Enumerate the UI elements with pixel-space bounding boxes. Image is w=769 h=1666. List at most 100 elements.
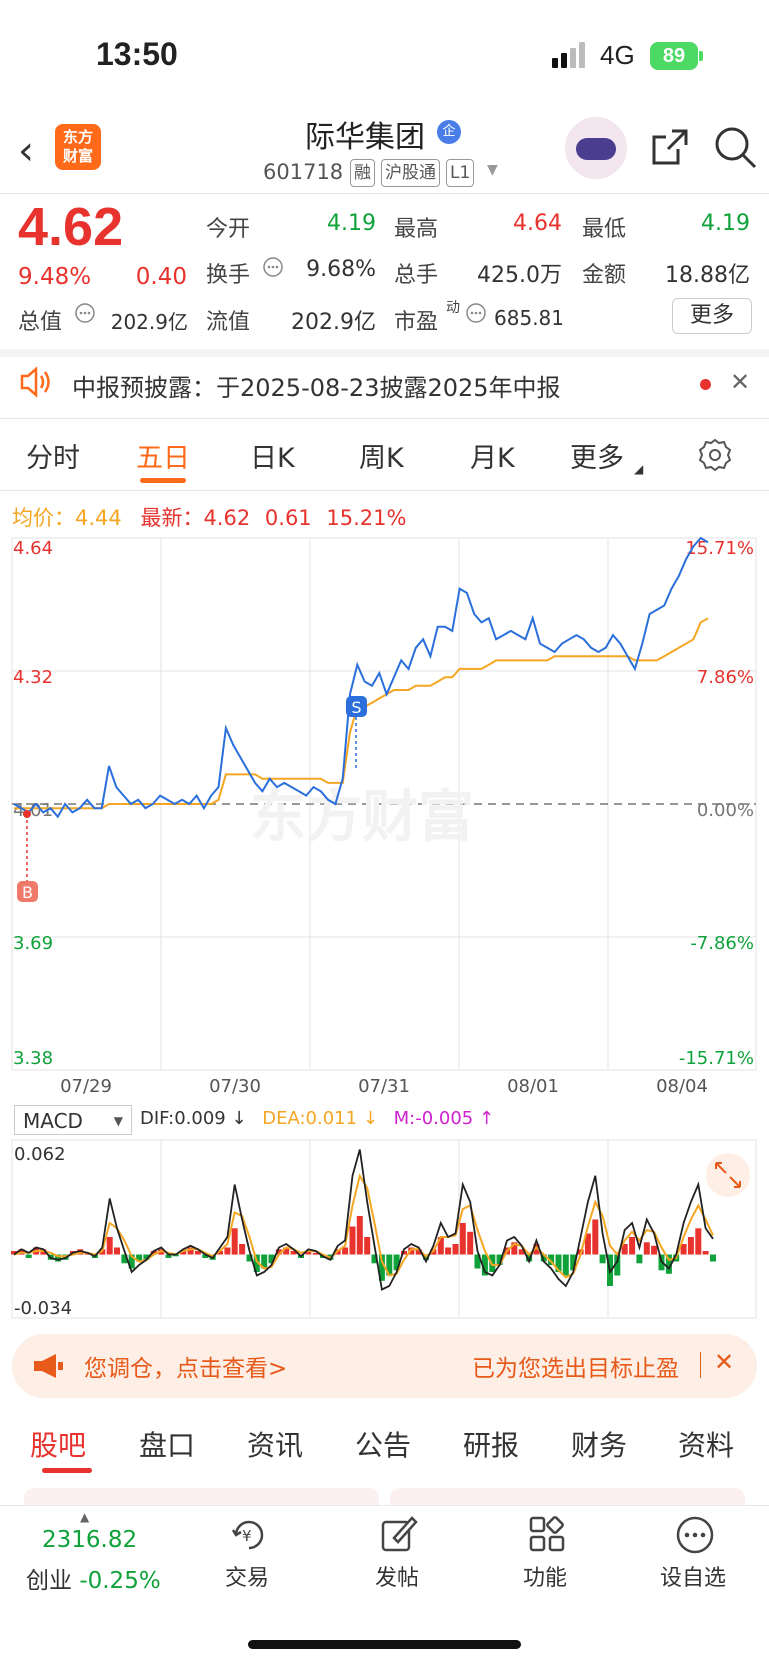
trade-label[interactable]: 交易 <box>225 1560 269 1592</box>
status-time: 13:50 <box>96 36 178 72</box>
x-axis-label: 07/30 <box>209 1076 261 1096</box>
more-icon[interactable] <box>674 1514 716 1556</box>
y-left-label: 4.64 <box>13 538 53 559</box>
stock-code: 601718 <box>263 160 344 184</box>
info-icon[interactable] <box>262 256 284 278</box>
latest-label: 最新： <box>140 506 204 530</box>
share-icon[interactable] <box>648 125 692 169</box>
close-icon[interactable]: ✕ <box>730 368 750 396</box>
caret-icon: ◢ <box>634 462 644 476</box>
high-label: 最高 <box>394 217 439 242</box>
divider <box>0 490 769 491</box>
index-name: 创业 <box>26 1568 72 1594</box>
macd-bar <box>562 1254 569 1276</box>
back-icon[interactable]: ‹ <box>18 128 34 174</box>
macd-bar <box>356 1216 363 1255</box>
tab-more[interactable]: 更多 <box>570 436 624 475</box>
x-axis-label: 08/04 <box>656 1076 708 1096</box>
latest-pct: 15.21% <box>326 506 407 530</box>
turnover-value: 9.68% <box>306 257 376 282</box>
macd-bar <box>695 1228 702 1255</box>
promo-text-left[interactable]: 您调仓，点击查看> <box>84 1349 287 1383</box>
macd-bar <box>349 1226 356 1255</box>
macd-bar <box>342 1247 349 1255</box>
trade-icon[interactable]: ¥ <box>228 1514 270 1556</box>
logo-line1: 东方 <box>62 128 93 146</box>
tab-announcements[interactable]: 公告 <box>355 1424 411 1464</box>
pe-label: 市盈 <box>394 310 439 335</box>
buy-marker-dot <box>23 810 31 818</box>
low-value: 4.19 <box>701 211 750 236</box>
tab-research[interactable]: 研报 <box>463 1424 519 1464</box>
dif-value: DIF:0.009 ↓ <box>140 1108 247 1129</box>
watchlist-label[interactable]: 设自选 <box>660 1560 726 1592</box>
macd-bar <box>629 1237 636 1255</box>
edit-icon[interactable] <box>378 1514 420 1556</box>
stock-name: 际华集团 <box>305 120 425 155</box>
latest-value: 4.62 <box>203 506 251 530</box>
more-button[interactable]: 更多 <box>672 298 752 334</box>
tag-level: L1 <box>446 159 475 187</box>
card-peek <box>24 1488 379 1506</box>
home-indicator <box>248 1640 521 1649</box>
network-type: 4G <box>600 40 635 70</box>
tab-indicator <box>42 1468 92 1473</box>
x-axis-label: 07/29 <box>60 1076 112 1096</box>
grid-icon[interactable] <box>527 1514 569 1556</box>
watermark: 东方财富 <box>250 785 474 850</box>
sell-marker-label: S <box>351 698 361 717</box>
tab-weekly-k[interactable]: 周K <box>359 436 404 475</box>
tab-forum[interactable]: 股吧 <box>30 1424 86 1464</box>
macd-bar <box>599 1254 606 1264</box>
tab-five-day[interactable]: 五日 <box>136 436 190 475</box>
tab-profile[interactable]: 资料 <box>678 1424 734 1464</box>
low-label: 最低 <box>582 217 627 242</box>
tab-monthly-k[interactable]: 月K <box>470 436 515 475</box>
tab-finance[interactable]: 财务 <box>571 1424 627 1464</box>
post-label[interactable]: 发帖 <box>375 1560 419 1592</box>
tab-daily-k[interactable]: 日K <box>250 436 295 475</box>
macd-bar <box>239 1244 246 1255</box>
notice-text[interactable]: 中报预披露：于2025-08-23披露2025年中报 <box>72 368 561 403</box>
macd-bar <box>651 1245 658 1255</box>
macd-bar <box>687 1237 694 1255</box>
change-percent: 9.48% <box>18 264 92 290</box>
promo-text-right[interactable]: 已为您选出目标止盈 <box>472 1349 679 1383</box>
change-amount: 0.40 <box>135 264 187 290</box>
chevron-down-icon: ▼ <box>113 1114 123 1128</box>
indicator-name: MACD <box>23 1109 83 1133</box>
index-value[interactable]: 2316.82 <box>42 1527 137 1553</box>
macd-chart[interactable]: 0.062 -0.034 <box>0 1136 769 1322</box>
macd-y-min: -0.034 <box>14 1298 72 1319</box>
tab-intraday[interactable]: 分时 <box>26 436 80 475</box>
battery-icon: 89 <box>650 42 698 70</box>
close-icon[interactable]: ✕ <box>714 1348 734 1376</box>
index-ticker[interactable]: 创业 -0.25% <box>26 1561 161 1595</box>
float-label: 流值 <box>206 310 251 335</box>
robot-icon[interactable] <box>576 138 616 160</box>
gear-icon[interactable] <box>697 437 733 473</box>
y-left-label: 4.32 <box>13 667 53 688</box>
app-logo: 东方 财富 <box>55 124 101 170</box>
card-peek <box>390 1488 745 1506</box>
function-label[interactable]: 功能 <box>523 1560 567 1592</box>
y-left-label: 3.38 <box>13 1048 53 1069</box>
info-icon[interactable] <box>74 302 96 324</box>
macd-bar <box>106 1237 113 1255</box>
chart-legend: 均价：4.44 最新：4.62 0.61 15.21% <box>12 502 406 532</box>
tab-orderbook[interactable]: 盘口 <box>139 1424 195 1464</box>
caret-up-icon[interactable]: ▲ <box>80 1510 89 1524</box>
search-icon[interactable] <box>713 125 759 171</box>
signal-icon <box>552 42 585 68</box>
indicator-select[interactable]: MACD ▼ <box>14 1105 132 1135</box>
tab-news[interactable]: 资讯 <box>247 1424 303 1464</box>
price-chart[interactable]: 东方财富 4.644.324.013.693.3815.71%7.86%0.00… <box>0 536 769 1096</box>
chevron-down-icon[interactable]: ▼ <box>487 162 498 178</box>
x-axis-label: 07/31 <box>358 1076 410 1096</box>
price-line <box>13 536 709 819</box>
open-label: 今开 <box>206 217 251 242</box>
macd-bar <box>224 1247 231 1255</box>
volume-value: 425.0万 <box>477 263 562 288</box>
last-price: 4.62 <box>18 197 124 257</box>
unread-dot <box>700 379 711 390</box>
